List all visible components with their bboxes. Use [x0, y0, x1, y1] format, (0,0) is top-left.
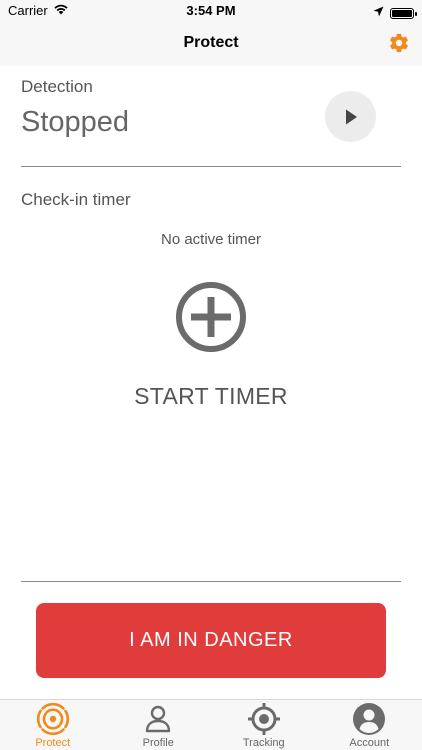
tab-label-protect: Protect — [35, 737, 71, 749]
tab-protect[interactable]: Protect — [0, 700, 106, 750]
tab-tracking[interactable]: Tracking — [211, 700, 317, 750]
danger-button[interactable]: I AM IN DANGER — [36, 603, 386, 678]
tab-label-profile: Profile — [142, 737, 174, 749]
account-circle-icon — [351, 702, 387, 736]
checkin-timer-label: Check-in timer — [21, 190, 131, 209]
no-active-timer-text: No active timer — [160, 231, 262, 248]
page-title: Protect — [183, 34, 239, 51]
detection-status: Stopped — [21, 106, 130, 138]
crosshair-icon — [246, 702, 282, 736]
tab-label-account: Account — [349, 737, 390, 749]
tab-account[interactable]: Account — [317, 700, 422, 750]
tab-profile[interactable]: Profile — [106, 700, 212, 750]
status-time: 3:54 PM — [186, 3, 236, 18]
protect-radar-icon — [35, 702, 71, 736]
plus-circle-icon — [176, 282, 246, 352]
play-icon — [345, 109, 357, 124]
detection-label: Detection — [21, 77, 93, 96]
start-timer-button[interactable]: START TIMER — [0, 383, 422, 410]
nav-bar: Protect — [0, 22, 422, 66]
battery-icon — [390, 7, 417, 19]
add-timer-button[interactable] — [174, 280, 248, 354]
settings-button[interactable] — [386, 30, 412, 56]
person-icon — [140, 702, 176, 736]
start-detection-button[interactable] — [325, 91, 376, 142]
status-right — [373, 4, 417, 22]
divider-bottom — [21, 581, 401, 582]
tab-bar: Protect Profile Tracking Account — [0, 699, 422, 750]
divider-top — [21, 166, 401, 167]
gear-icon — [390, 33, 408, 53]
location-arrow-icon — [373, 4, 384, 22]
status-bar: Carrier 3:54 PM — [0, 0, 422, 22]
tab-label-tracking: Tracking — [242, 737, 285, 749]
